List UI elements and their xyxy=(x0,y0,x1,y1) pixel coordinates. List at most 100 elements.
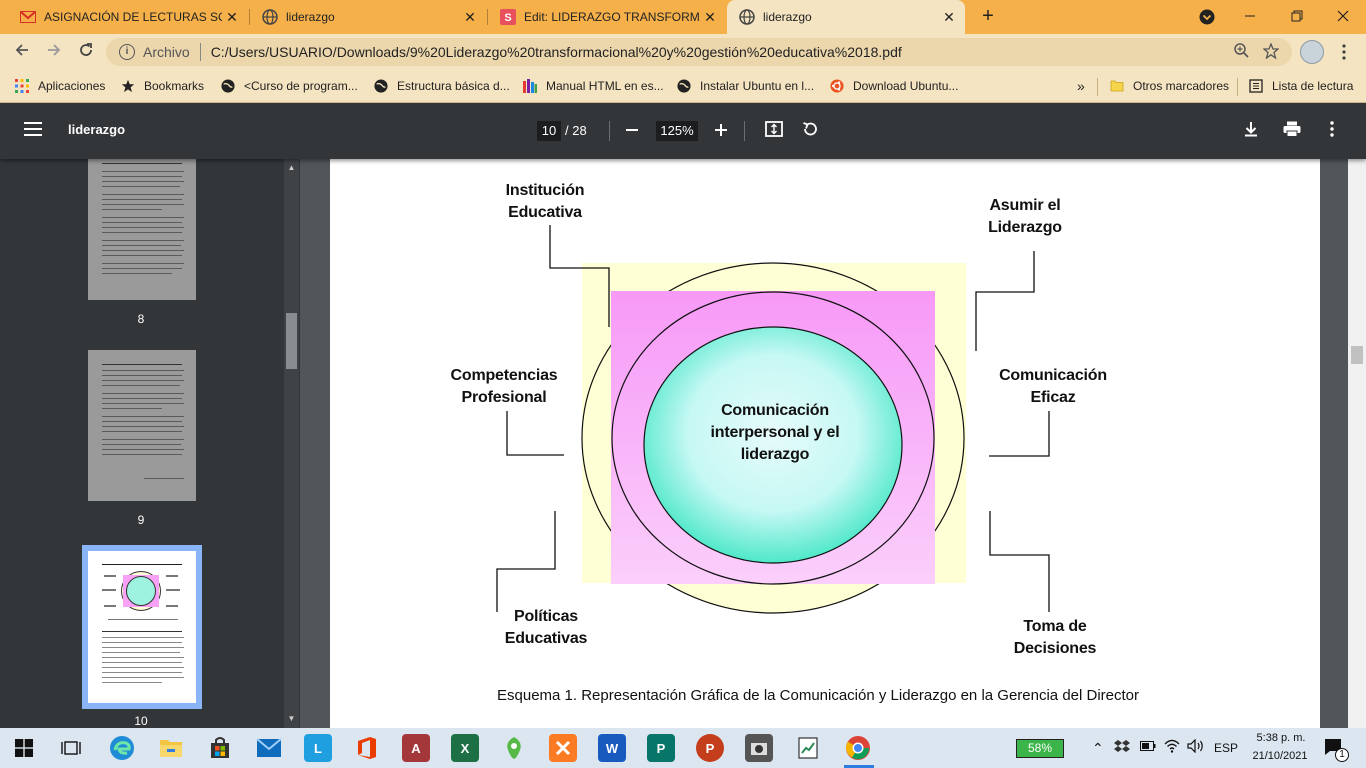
bookmark-bookmarks[interactable]: Bookmarks xyxy=(120,77,204,95)
excel-icon[interactable]: X xyxy=(451,734,479,762)
battery-indicator[interactable]: 58% xyxy=(1016,739,1064,758)
figure-caption: Esquema 1. Representación Gráfica de la … xyxy=(497,687,1140,704)
tab-liderazgo-active[interactable]: liderazgo ✕ xyxy=(727,0,965,34)
reading-list-label: Lista de lectura xyxy=(1272,79,1354,93)
tray-chevron-icon[interactable]: ⌃ xyxy=(1092,740,1104,757)
thumbnail-page-8[interactable] xyxy=(88,159,196,300)
file-explorer-icon[interactable] xyxy=(157,734,185,762)
language-indicator[interactable]: ESP xyxy=(1214,741,1238,755)
publisher-icon[interactable]: P xyxy=(647,734,675,762)
app-green-icon[interactable] xyxy=(500,734,528,762)
zoom-icon[interactable] xyxy=(1230,43,1252,61)
rotate-icon[interactable] xyxy=(799,120,821,142)
page-total: / 28 xyxy=(565,123,587,138)
sidebar-scrollbar-thumb[interactable] xyxy=(286,313,297,369)
tab-title: liderazgo xyxy=(286,10,335,24)
l-app-icon[interactable]: L xyxy=(304,734,332,762)
project-app-icon[interactable] xyxy=(794,734,822,762)
start-icon[interactable] xyxy=(10,734,38,762)
bookmark-apps[interactable]: Aplicaciones xyxy=(14,77,105,95)
tab-title: ASIGNACIÓN DE LECTURAS SOBRE xyxy=(44,10,222,24)
star-icon xyxy=(120,78,136,94)
scheme-label: Archivo xyxy=(143,44,190,60)
connector-toma xyxy=(989,511,1050,612)
avatar[interactable] xyxy=(1300,40,1324,64)
sidebar-scrollbar[interactable] xyxy=(284,159,299,728)
main-scrollbar-thumb[interactable] xyxy=(1351,346,1363,364)
access-icon[interactable]: A xyxy=(402,734,430,762)
store-icon[interactable] xyxy=(206,734,234,762)
volume-icon[interactable] xyxy=(1187,738,1205,756)
toolbar-divider xyxy=(609,121,610,141)
browser-menu-icon[interactable] xyxy=(1334,40,1354,64)
globe-icon xyxy=(739,9,755,25)
forward-arrow-icon[interactable] xyxy=(42,40,66,64)
back-arrow-icon[interactable] xyxy=(10,40,34,64)
pdf-toolbar: liderazgo 10 / 28 125% xyxy=(0,103,1366,159)
bookmark-instalar-ubuntu[interactable]: Instalar Ubuntu en l... xyxy=(676,77,814,95)
connector-asumir xyxy=(975,251,1035,351)
thumbnail-page-10[interactable] xyxy=(82,545,202,709)
close-tab-icon[interactable]: ✕ xyxy=(222,9,242,26)
zoom-in-icon[interactable] xyxy=(710,120,732,142)
mail-icon[interactable] xyxy=(255,734,283,762)
minimize-icon[interactable] xyxy=(1235,4,1265,30)
zoom-level-input[interactable]: 125% xyxy=(656,121,698,141)
office-icon[interactable] xyxy=(353,734,381,762)
address-toolbar: i Archivo C:/Users/USUARIO/Downloads/9%2… xyxy=(0,34,1366,70)
info-icon[interactable]: i xyxy=(119,44,135,60)
download-icon[interactable] xyxy=(1240,120,1262,142)
close-tab-icon[interactable]: ✕ xyxy=(460,9,480,26)
thumbnail-page-9[interactable] xyxy=(88,350,196,501)
task-view-icon[interactable] xyxy=(57,734,85,762)
tab-gmail[interactable]: ASIGNACIÓN DE LECTURAS SOBRE ✕ xyxy=(8,0,248,34)
scroll-up-arrow-icon[interactable]: ▲ xyxy=(284,162,299,174)
print-icon[interactable] xyxy=(1281,120,1303,142)
close-tab-icon[interactable]: ✕ xyxy=(939,9,959,26)
xampp-icon[interactable] xyxy=(549,734,577,762)
word-icon[interactable]: W xyxy=(598,734,626,762)
bookmark-estructura[interactable]: Estructura básica d... xyxy=(373,77,510,95)
reload-icon[interactable] xyxy=(74,40,98,64)
url-text[interactable]: C:/Users/USUARIO/Downloads/9%20Liderazgo… xyxy=(211,44,1230,60)
close-window-icon[interactable] xyxy=(1328,4,1358,30)
tab-search-icon[interactable] xyxy=(1192,4,1222,30)
restore-icon[interactable] xyxy=(1282,4,1312,30)
label-toma-decisiones: Toma de Decisiones xyxy=(1013,618,1097,657)
camera-app-icon[interactable] xyxy=(745,734,773,762)
edge-icon[interactable] xyxy=(108,734,136,762)
hamburger-menu-icon[interactable] xyxy=(24,122,42,140)
battery-tray-icon[interactable] xyxy=(1140,740,1156,755)
bookmark-download-ubuntu[interactable]: Download Ubuntu... xyxy=(829,77,958,95)
clock-date[interactable]: 21/10/2021 xyxy=(1247,750,1313,762)
close-tab-icon[interactable]: ✕ xyxy=(700,9,720,26)
page-number-input[interactable]: 10 xyxy=(537,121,561,141)
main-scrollbar[interactable] xyxy=(1348,159,1366,728)
bookmark-manual-html[interactable]: Manual HTML en es... xyxy=(522,77,664,95)
pdf-viewport: Institución Educativa Asumir el Liderazg… xyxy=(300,159,1366,728)
other-bookmarks[interactable]: Otros marcadores xyxy=(1109,77,1229,95)
bookmark-curso[interactable]: <Curso de program... xyxy=(220,77,358,95)
dropbox-icon[interactable] xyxy=(1114,738,1130,757)
bookmark-star-icon[interactable] xyxy=(1260,41,1282,62)
thumbnail-label: 9 xyxy=(137,513,145,527)
thumbnail-sidebar: 8 9 10 xyxy=(0,159,300,728)
scroll-down-arrow-icon[interactable]: ▼ xyxy=(284,713,299,725)
address-bar[interactable]: i Archivo C:/Users/USUARIO/Downloads/9%2… xyxy=(106,38,1292,66)
label-asumir-liderazgo: Asumir el Liderazgo xyxy=(988,197,1062,236)
bookmark-label: Manual HTML en es... xyxy=(546,79,664,93)
tab-title: liderazgo xyxy=(763,10,812,24)
more-options-icon[interactable] xyxy=(1321,120,1343,142)
wifi-icon[interactable] xyxy=(1164,739,1180,756)
chrome-icon[interactable] xyxy=(844,734,872,762)
bookmarks-overflow-button[interactable]: » xyxy=(1077,77,1085,95)
bookmark-label: Download Ubuntu... xyxy=(853,79,959,93)
tab-edit-liderazgo[interactable]: S Edit: LIDERAZGO TRANSFORMACIONAL ✕ xyxy=(488,0,726,34)
reading-list[interactable]: Lista de lectura xyxy=(1248,77,1353,95)
fit-page-icon[interactable] xyxy=(763,120,785,142)
tab-liderazgo-1[interactable]: liderazgo ✕ xyxy=(250,0,486,34)
new-tab-button[interactable]: + xyxy=(976,5,1000,29)
zoom-out-icon[interactable] xyxy=(621,120,643,142)
clock-time[interactable]: 5:38 p. m. xyxy=(1251,732,1311,744)
powerpoint-icon[interactable]: P xyxy=(696,734,724,762)
